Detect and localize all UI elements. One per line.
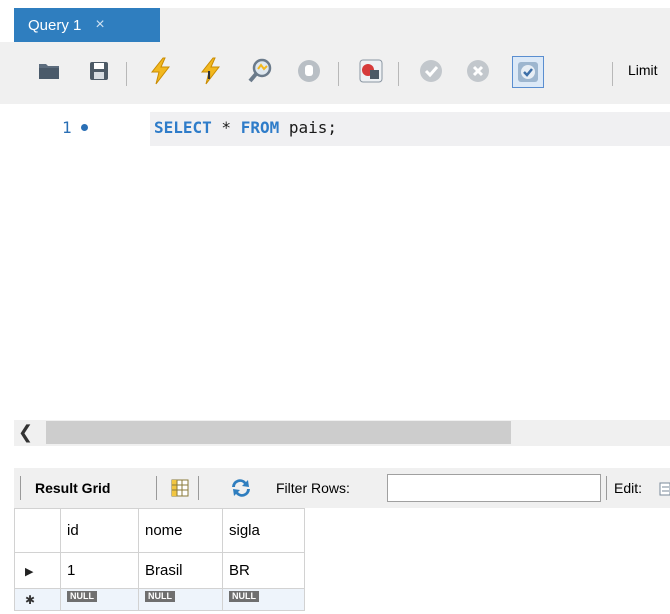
execute-icon[interactable] xyxy=(145,56,175,86)
execute-current-icon[interactable]: I xyxy=(195,56,225,86)
statement-marker-icon xyxy=(81,124,88,131)
toolbar-separator xyxy=(20,476,21,500)
sql-statement[interactable]: SELECT * FROM pais; xyxy=(154,118,337,137)
table-row[interactable]: ▶ 1 Brasil BR xyxy=(14,552,305,589)
cell-id[interactable]: 1 xyxy=(60,552,139,589)
code-star: * xyxy=(211,118,241,137)
filter-rows-input[interactable] xyxy=(387,474,601,502)
code-line-1[interactable]: 1 SELECT * FROM pais; xyxy=(0,112,670,146)
current-row-arrow-icon: ▶ xyxy=(14,552,61,589)
code-table-name: pais; xyxy=(279,118,338,137)
tab-query-1[interactable]: Query 1 × xyxy=(14,8,160,42)
column-header-nome[interactable]: nome xyxy=(138,508,223,553)
save-icon[interactable] xyxy=(84,56,114,86)
sql-toolbar: I Limit xyxy=(0,42,670,105)
toolbar-separator xyxy=(198,476,199,500)
stop-on-error-icon[interactable] xyxy=(356,56,386,86)
limit-label: Limit xyxy=(628,62,658,78)
scrollbar-thumb[interactable] xyxy=(46,421,511,444)
result-grid[interactable]: id nome sigla ▶ 1 Brasil BR ✱ NULL NULL … xyxy=(14,508,310,611)
horizontal-scrollbar[interactable]: ❮ xyxy=(14,420,670,446)
cell-sigla[interactable]: BR xyxy=(222,552,305,589)
toolbar-separator xyxy=(606,476,607,500)
cell-null-id[interactable]: NULL xyxy=(60,588,139,611)
cell-null-nome[interactable]: NULL xyxy=(138,588,223,611)
open-folder-icon[interactable] xyxy=(34,56,64,86)
cell-null-sigla[interactable]: NULL xyxy=(222,588,305,611)
result-grid-tab[interactable]: Result Grid xyxy=(35,480,110,496)
edit-label: Edit: xyxy=(614,480,643,496)
keyword-select: SELECT xyxy=(154,118,212,137)
null-badge: NULL xyxy=(229,591,259,602)
toolbar-separator xyxy=(156,476,157,500)
commit-icon[interactable] xyxy=(416,56,446,86)
tab-title: Query 1 xyxy=(28,16,82,34)
line-number: 1 xyxy=(62,118,72,137)
sql-editor[interactable]: 1 SELECT * FROM pais; xyxy=(0,104,670,414)
close-icon[interactable]: × xyxy=(95,16,104,34)
explain-icon[interactable] xyxy=(246,56,276,86)
null-badge: NULL xyxy=(67,591,97,602)
scroll-left-icon[interactable]: ❮ xyxy=(18,422,33,443)
toolbar-separator xyxy=(338,62,339,86)
autocommit-icon[interactable] xyxy=(512,56,544,88)
toolbar-separator xyxy=(612,62,613,86)
svg-text:I: I xyxy=(207,69,211,82)
tab-strip: Query 1 × xyxy=(0,0,670,42)
tab-strip-background xyxy=(160,8,670,42)
keyword-from: FROM xyxy=(240,118,280,137)
row-header-corner xyxy=(14,508,61,553)
rollback-icon[interactable] xyxy=(463,56,493,86)
column-header-id[interactable]: id xyxy=(60,508,139,553)
stop-icon[interactable] xyxy=(294,56,324,86)
edit-row-icon[interactable] xyxy=(658,478,670,500)
toolbar-separator xyxy=(398,62,399,86)
new-row-star-icon: ✱ xyxy=(14,588,61,611)
filter-rows-label: Filter Rows: xyxy=(276,480,350,496)
cell-nome[interactable]: Brasil xyxy=(138,552,223,589)
result-toolbar: Result Grid Filter Rows: Edit: xyxy=(14,468,670,508)
column-header-sigla[interactable]: sigla xyxy=(222,508,305,553)
refresh-icon[interactable] xyxy=(226,474,256,502)
null-badge: NULL xyxy=(145,591,175,602)
toolbar-separator xyxy=(126,62,127,86)
new-row[interactable]: ✱ NULL NULL NULL xyxy=(14,588,305,611)
grid-layout-icon[interactable] xyxy=(167,474,193,502)
